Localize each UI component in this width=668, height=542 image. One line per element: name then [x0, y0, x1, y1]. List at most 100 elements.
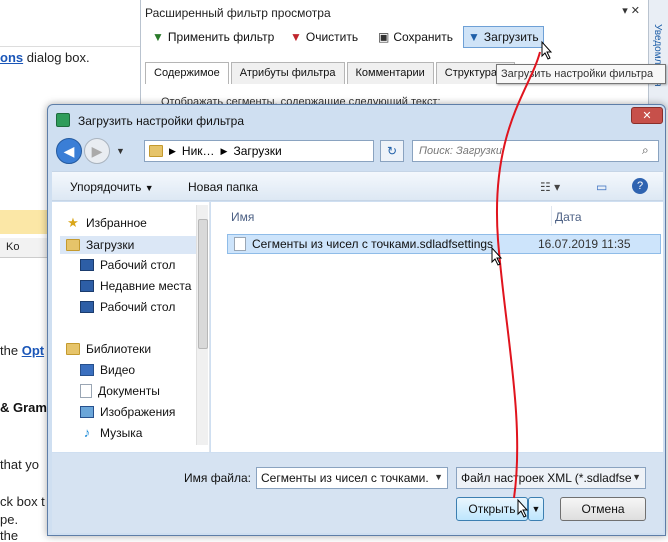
cancel-button[interactable]: Отмена — [560, 497, 646, 521]
nav-documents[interactable]: Документы — [80, 384, 160, 398]
forward-button[interactable]: ▶ — [84, 138, 110, 164]
save-icon: ▣ — [378, 30, 390, 44]
load-filter-button[interactable]: ▼ Загрузить — [463, 26, 544, 48]
filename-input[interactable]: Сегменты из чисел с точками. ▼ — [256, 467, 448, 489]
filter-tabs: Содержимое Атрибуты фильтра Комментарии … — [145, 62, 516, 84]
file-icon — [234, 237, 246, 251]
preview-pane-icon[interactable]: ▭ — [596, 180, 607, 194]
clear-filter-button[interactable]: ▼ Очистить — [285, 26, 363, 48]
nav-desktop[interactable]: Рабочий стол — [80, 258, 175, 272]
nav-recent-label: Недавние места — [100, 279, 192, 293]
desktop-icon — [80, 301, 94, 313]
doc-text-pe: pe. — [0, 512, 19, 527]
open-label: Открыть — [468, 502, 516, 516]
new-folder-button[interactable]: Новая папка — [188, 180, 258, 194]
nav-desktop-label: Рабочий стол — [100, 258, 176, 272]
scrollbar-thumb[interactable] — [198, 219, 208, 349]
nav-video[interactable]: Видео — [80, 363, 135, 377]
music-icon: ♪ — [83, 425, 91, 440]
funnel-load-icon: ▼ — [468, 30, 480, 44]
dialog-close-button[interactable]: ✕ — [631, 107, 663, 124]
nav-favorites[interactable]: ★ Избранное — [66, 216, 147, 230]
breadcrumb-user[interactable]: Ник… — [182, 144, 215, 158]
chevron-right-icon: ▶ — [169, 145, 176, 156]
notifications-strip[interactable]: Уведомления — [648, 0, 668, 110]
filename-value: Сегменты из чисел с точками. — [261, 471, 429, 485]
nav-video-label: Видео — [100, 363, 136, 377]
file-row[interactable]: Сегменты из чисел с точками.sdladfsettin… — [227, 234, 661, 254]
file-date: 16.07.2019 11:35 — [538, 237, 631, 251]
recent-places-icon — [80, 280, 94, 292]
apply-filter-button[interactable]: ▼ Применить фильтр — [147, 26, 279, 48]
advanced-filter-panel: Расширенный фильтр просмотра ▾ ✕ ▼ Приме… — [140, 0, 648, 110]
help-icon[interactable]: ? — [632, 178, 648, 194]
doc-text-the: the — [0, 343, 19, 358]
back-button[interactable]: ◀ — [56, 138, 82, 164]
nav-recent-places[interactable]: Недавние места — [80, 279, 191, 293]
filetype-value: Файл настроек XML (*.sdladfse — [461, 471, 632, 485]
nav-desktop-2[interactable]: Рабочий стол — [80, 300, 175, 314]
filename-label: Имя файла: — [184, 471, 251, 485]
star-icon: ★ — [67, 215, 79, 230]
doc-toolbar-fragment: Ko — [6, 241, 20, 253]
organize-label: Упорядочить — [70, 180, 142, 194]
panel-close-icon[interactable]: ▾ ✕ — [622, 4, 640, 17]
folder-icon — [149, 145, 163, 157]
chevron-down-icon: ▼ — [531, 504, 541, 514]
column-date[interactable]: Дата — [555, 210, 582, 224]
options-link[interactable]: ons — [0, 50, 23, 65]
doc-heading-grammar: & Gram — [0, 400, 47, 415]
recent-locations-icon[interactable]: ▼ — [116, 146, 125, 156]
nav-desktop-2-label: Рабочий стол — [100, 300, 176, 314]
options-link-2[interactable]: Opt — [22, 343, 44, 358]
nav-libraries[interactable]: Библиотеки — [66, 342, 151, 356]
nav-pictures[interactable]: Изображения — [80, 405, 175, 419]
breadcrumb-downloads[interactable]: Загрузки — [233, 144, 281, 158]
chevron-right-icon: ▶ — [220, 145, 228, 156]
doc-text-dialog-box: dialog box. — [26, 50, 90, 65]
view-options-icon[interactable]: ☷ ▾ — [540, 180, 560, 194]
organize-button[interactable]: Упорядочить ▼ — [70, 180, 154, 194]
video-icon — [80, 364, 94, 376]
search-input[interactable]: Поиск: Загрузки — [412, 140, 659, 162]
nav-music[interactable]: ♪ Музыка — [80, 425, 143, 440]
downloads-folder-icon — [66, 239, 80, 251]
documents-icon — [80, 384, 92, 398]
refresh-button[interactable]: ↻ — [380, 140, 404, 162]
nav-music-label: Музыка — [100, 426, 143, 440]
pictures-icon — [80, 406, 94, 418]
file-name: Сегменты из чисел с точками.sdladfsettin… — [252, 237, 494, 251]
column-name[interactable]: Имя — [231, 210, 254, 224]
tab-filter-attributes[interactable]: Атрибуты фильтра — [230, 62, 345, 84]
navigation-bar: ◀ ▶ ▼ ▶ Ник… ▶ Загрузки ↻ Поиск: Загрузк… — [54, 137, 659, 167]
column-divider — [551, 206, 552, 226]
clear-filter-label: Очистить — [305, 30, 359, 44]
chevron-down-icon: ▼ — [144, 183, 154, 193]
save-filter-label: Сохранить — [393, 30, 453, 44]
command-bar: Упорядочить ▼ Новая папка ☷ ▾ ▭ ? — [52, 171, 663, 201]
tab-content[interactable]: Содержимое — [145, 62, 229, 84]
tab-comments[interactable]: Комментарии — [346, 62, 434, 84]
nav-documents-label: Документы — [98, 384, 160, 398]
doc-text-the-2: the — [0, 528, 19, 542]
nav-downloads[interactable]: Загрузки — [60, 236, 202, 254]
open-dropdown-button[interactable]: ▼ — [528, 497, 544, 521]
desktop-icon — [80, 259, 94, 271]
doc-text-that: that yo — [0, 457, 40, 472]
load-tooltip: Загрузить настройки фильтра — [496, 64, 666, 84]
search-icon: ⌕ — [642, 143, 649, 157]
address-bar[interactable]: ▶ Ник… ▶ Загрузки — [144, 140, 374, 162]
filetype-select[interactable]: Файл настроек XML (*.sdladfse ▼ — [456, 467, 646, 489]
libraries-icon — [66, 343, 80, 355]
nav-downloads-label: Загрузки — [86, 238, 135, 252]
nav-scrollbar[interactable] — [196, 205, 208, 445]
libraries-label: Библиотеки — [86, 342, 152, 356]
open-file-dialog: Загрузить настройки фильтра ✕ ◀ ▶ ▼ ▶ Ни… — [47, 104, 666, 536]
favorites-label: Избранное — [86, 216, 147, 230]
chevron-down-icon: ▼ — [434, 472, 443, 482]
save-filter-button[interactable]: ▣ Сохранить — [373, 26, 458, 48]
dialog-footer: Имя файла: Сегменты из чисел с точками. … — [52, 453, 663, 533]
dialog-title: Загрузить настройки фильтра — [78, 114, 244, 128]
funnel-clear-icon: ▼ — [290, 30, 302, 44]
open-button[interactable]: Открыть — [456, 497, 528, 521]
